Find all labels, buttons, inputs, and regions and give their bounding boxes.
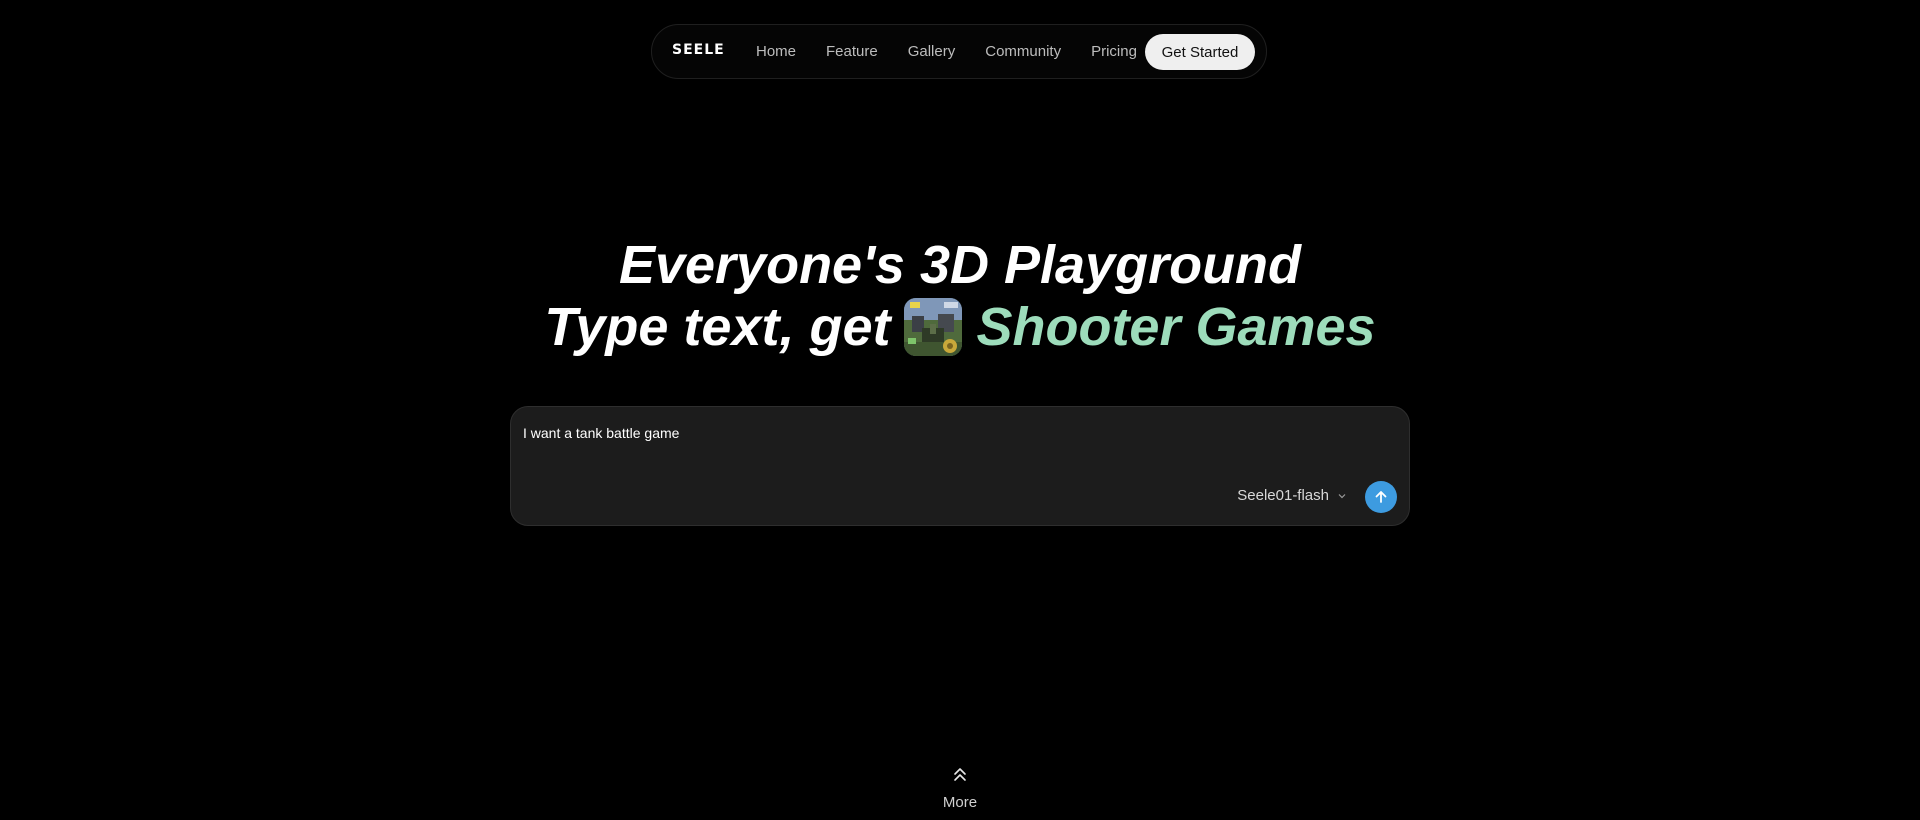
hero-title-prefix: Type text, get (544, 297, 891, 357)
get-started-button[interactable]: Get Started (1145, 34, 1255, 70)
nav-link-gallery[interactable]: Gallery (908, 43, 956, 60)
nav-link-feature[interactable]: Feature (826, 43, 878, 60)
more-button[interactable]: More (920, 766, 1000, 811)
top-nav: SEELE Home Feature Gallery Community Pri… (651, 24, 1267, 79)
game-thumbnail-image (904, 298, 963, 356)
arrow-up-icon (1375, 491, 1387, 503)
game-thumbnail-art (904, 298, 963, 356)
prompt-input[interactable] (523, 421, 1383, 445)
nav-link-home[interactable]: Home (756, 43, 796, 60)
nav-link-community[interactable]: Community (985, 43, 1061, 60)
hero-title-line1: Everyone's 3D Playground (618, 235, 1302, 295)
more-label: More (942, 794, 978, 811)
nav-link-pricing[interactable]: Pricing (1091, 43, 1137, 60)
hero-title-highlight: Shooter Games (976, 297, 1376, 357)
model-select-label: Seele01-flash (1237, 487, 1329, 504)
brand-logo[interactable]: SEELE (672, 42, 725, 58)
double-chevron-up-icon (954, 768, 966, 781)
send-button[interactable] (1365, 481, 1397, 513)
nav-links: Home Feature Gallery Community Pricing (756, 25, 1137, 78)
hero: Everyone's 3D Playground Type text, get … (0, 234, 1920, 358)
hero-title-line2: Type text, get Shooter Games (0, 296, 1920, 358)
chevron-down-icon (1338, 493, 1346, 498)
model-select[interactable]: Seele01-flash (1237, 487, 1347, 504)
prompt-box: Seele01-flash (510, 406, 1410, 526)
